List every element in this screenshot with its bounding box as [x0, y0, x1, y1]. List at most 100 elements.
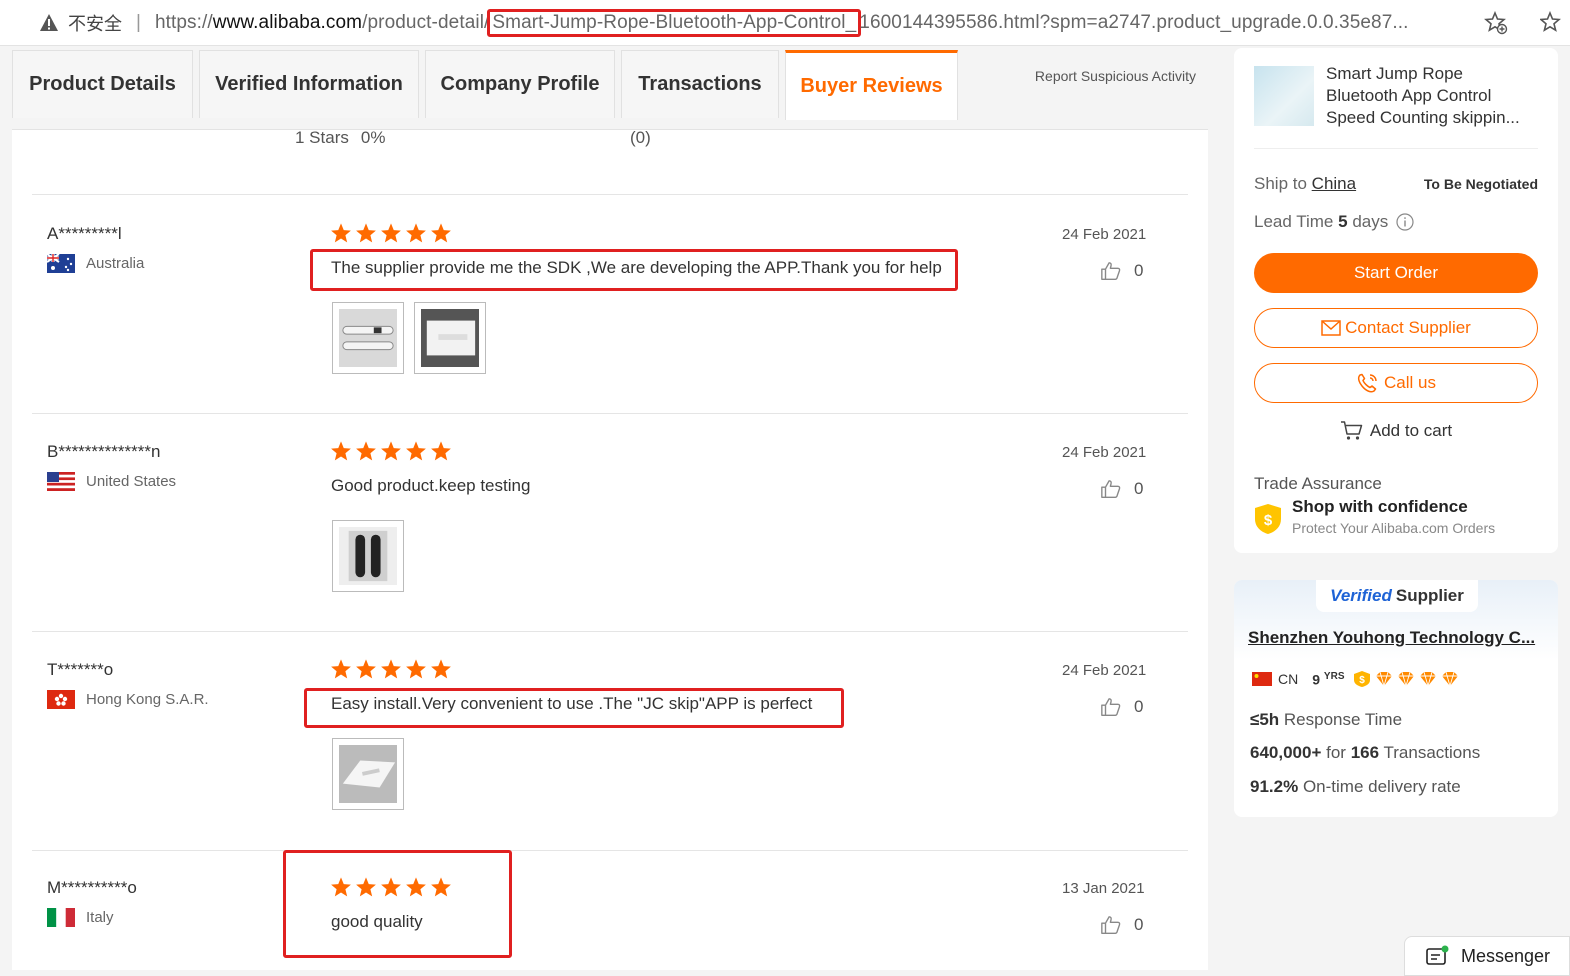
review-comment: Good product.keep testing [331, 476, 531, 495]
reviewer-name: T*******o [47, 660, 114, 679]
bookmark-star-icon[interactable] [1484, 10, 1510, 37]
star-icon [431, 441, 451, 461]
diamond-icon [1420, 672, 1437, 688]
add-to-cart-button[interactable]: Add to cart [1234, 420, 1558, 442]
star-icon [406, 223, 426, 243]
box-photo [339, 745, 397, 803]
trade-assurance-headline[interactable]: Shop with confidence [1292, 497, 1468, 517]
review-images [332, 738, 404, 810]
box-photo [421, 309, 479, 367]
supplier-name-link[interactable]: Shenzhen Youhong Technology C... [1248, 628, 1535, 648]
gold-supplier-icon: $ [1354, 671, 1371, 688]
like-button[interactable]: 0 [1100, 260, 1143, 282]
star-distribution-row: 1 Stars 0% (0) [295, 128, 651, 148]
usa-flag-icon [47, 472, 75, 491]
product-thumbnail[interactable] [1254, 66, 1314, 126]
star-icon [356, 441, 376, 461]
review-image[interactable] [332, 738, 404, 810]
thumbs-up-icon [1101, 916, 1121, 934]
contact-supplier-button[interactable]: Contact Supplier [1254, 308, 1538, 348]
supplier-level-diamonds: $ [1352, 671, 1460, 688]
australia-flag-icon [47, 254, 75, 273]
url-text[interactable]: https://www.alibaba.com/product-detail/S… [155, 8, 1409, 37]
on-time-delivery-stat: 91.2% On-time delivery rate [1250, 777, 1461, 796]
response-time-stat: ≤5h Response Time [1250, 710, 1403, 729]
review-images [332, 520, 404, 592]
reviewer-country: Australia [47, 254, 144, 273]
svg-text:$: $ [1264, 512, 1273, 529]
highlight-box [304, 688, 844, 728]
like-button[interactable]: 0 [1100, 696, 1143, 718]
diamond-icon [1376, 672, 1393, 688]
highlight-box [283, 850, 512, 958]
phone-icon [1357, 373, 1377, 393]
chat-icon [1426, 945, 1449, 965]
call-us-button[interactable]: Call us [1254, 363, 1538, 403]
divider [1254, 148, 1538, 149]
order-card: Smart Jump Rope Bluetooth App Control Sp… [1234, 48, 1558, 553]
reviewer-country: Hong Kong S.A.R. [47, 690, 209, 709]
review-image[interactable] [414, 302, 486, 374]
tab-verified-information[interactable]: Verified Information [199, 50, 419, 118]
star-icon [431, 659, 451, 679]
thumbs-up-icon [1101, 262, 1121, 280]
review-date: 13 Jan 2021 [1062, 880, 1145, 897]
messenger-button[interactable]: Messenger [1404, 936, 1570, 976]
divider [32, 194, 1188, 195]
supplier-meta: CN 9 YRS $ [1252, 671, 1460, 688]
report-suspicious-link[interactable]: Report Suspicious Activity [1035, 68, 1196, 84]
like-button[interactable]: 0 [1100, 914, 1143, 936]
warning-icon [38, 12, 60, 34]
review-images [332, 302, 486, 374]
divider [32, 631, 1188, 632]
review-image[interactable] [332, 520, 404, 592]
verified-supplier-badge: Verified Supplier [1316, 580, 1478, 612]
product-title[interactable]: Smart Jump Rope Bluetooth App Control Sp… [1326, 63, 1536, 129]
highlight-box [310, 249, 958, 291]
transactions-stat: 640,000+ for 166 Transactions [1250, 743, 1481, 762]
star-icon [381, 441, 401, 461]
thumbs-up-icon [1101, 698, 1121, 716]
product-main-panel: Product Details Verified Information Com… [12, 48, 1208, 970]
favorites-icon[interactable] [1539, 10, 1566, 37]
review-image[interactable] [332, 302, 404, 374]
tab-buyer-reviews[interactable]: Buyer Reviews [785, 50, 958, 120]
tab-transactions[interactable]: Transactions [621, 50, 779, 118]
star-level-percent: 0% [360, 128, 386, 147]
italy-flag-icon [47, 908, 75, 927]
cart-icon [1340, 421, 1363, 440]
info-icon[interactable] [1396, 213, 1414, 231]
like-button[interactable]: 0 [1100, 478, 1143, 500]
review-date: 24 Feb 2021 [1062, 444, 1147, 461]
star-icon [431, 223, 451, 243]
lead-time: Lead Time 5 days [1254, 212, 1414, 232]
reviewer-country: United States [47, 472, 176, 491]
supplier-card: Verified Supplier Shenzhen Youhong Techno… [1234, 580, 1558, 817]
ship-to-country-link[interactable]: China [1312, 174, 1356, 193]
jump-rope-photo [339, 309, 397, 367]
reviewer-name: M**********o [47, 878, 137, 897]
security-label[interactable]: 不安全 [68, 10, 122, 36]
start-order-button[interactable]: Start Order [1254, 253, 1538, 293]
tab-company-profile[interactable]: Company Profile [425, 50, 615, 118]
star-icon [331, 223, 351, 243]
star-icon [406, 441, 426, 461]
rating-stars [330, 222, 452, 244]
star-icon [381, 223, 401, 243]
address-separator: | [136, 11, 141, 33]
reviewer-name: B**************n [47, 442, 161, 461]
rating-stars [330, 440, 452, 462]
ship-to: Ship to China [1254, 174, 1357, 193]
thumbs-up-icon [1101, 480, 1121, 498]
divider [32, 850, 1188, 851]
star-icon [406, 659, 426, 679]
svg-text:$: $ [1360, 675, 1366, 686]
address-bar[interactable]: 不安全 | https://www.alibaba.com/product-de… [0, 0, 1570, 46]
tab-product-details[interactable]: Product Details [12, 50, 193, 118]
china-flag-icon [1252, 672, 1272, 687]
shipping-price: To Be Negotiated [1423, 176, 1538, 192]
tab-bar: Product Details Verified Information Com… [12, 48, 1208, 130]
rating-stars [330, 658, 452, 680]
review-date: 24 Feb 2021 [1062, 662, 1147, 679]
diamond-icon [1398, 672, 1415, 688]
